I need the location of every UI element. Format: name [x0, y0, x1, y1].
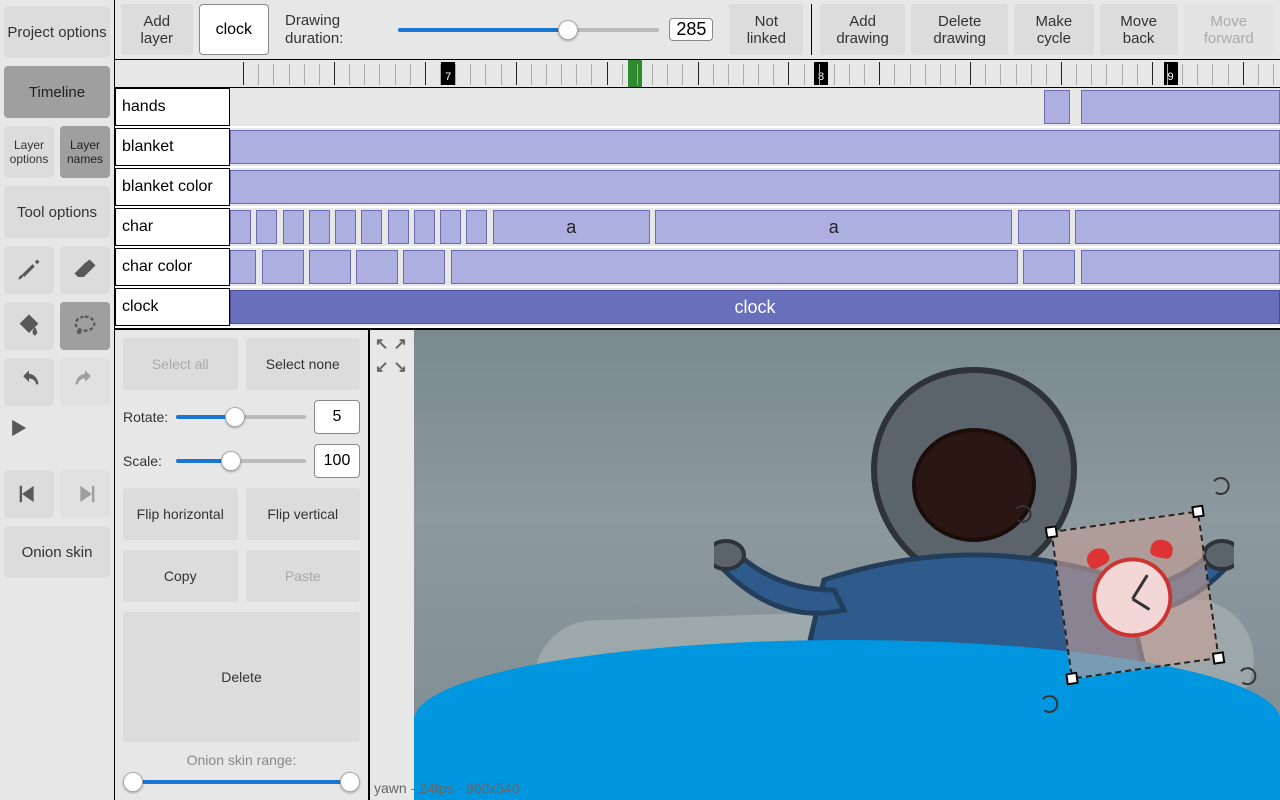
keyframe-marker[interactable]: 9: [1164, 62, 1178, 85]
flip-horizontal-button[interactable]: Flip horizontal: [123, 488, 238, 540]
undo-icon[interactable]: [4, 358, 54, 406]
tool-options-panel: Select all Select none Rotate: 5 Scale: …: [115, 330, 370, 800]
canvas-area: ↖↗↙↘: [370, 330, 1280, 800]
resize-handle[interactable]: [1045, 525, 1059, 539]
onion-skin-range-slider[interactable]: [133, 780, 350, 784]
resize-handle[interactable]: [1191, 505, 1205, 519]
lasso-icon[interactable]: [60, 302, 110, 350]
timeline-button[interactable]: Timeline: [4, 66, 110, 118]
layer-track-hands[interactable]: [230, 88, 1280, 126]
drawing-canvas[interactable]: [414, 330, 1280, 800]
layer-track-blanket[interactable]: [230, 128, 1280, 166]
layer-label[interactable]: blanket color: [115, 168, 230, 206]
scale-label: Scale:: [123, 453, 168, 469]
tool-options-button[interactable]: Tool options: [4, 186, 110, 238]
next-frame-icon[interactable]: [60, 470, 110, 518]
redo-icon[interactable]: [60, 358, 110, 406]
timeline: 7 8 9 hands blanket blanket color char a…: [115, 60, 1280, 330]
select-none-button[interactable]: Select none: [246, 338, 361, 390]
make-cycle-button[interactable]: Make cycle: [1014, 4, 1094, 55]
resize-handle[interactable]: [1065, 672, 1079, 686]
brush-icon[interactable]: [4, 246, 54, 294]
layer-track-blanket-color[interactable]: [230, 168, 1280, 206]
duration-slider[interactable]: [398, 28, 660, 32]
fill-icon[interactable]: [4, 302, 54, 350]
paste-button[interactable]: Paste: [246, 550, 361, 602]
delete-drawing-button[interactable]: Delete drawing: [911, 4, 1008, 55]
current-layer-chip[interactable]: clock: [199, 4, 269, 55]
canvas-info: yawn - 24fps - 960x540: [374, 780, 520, 796]
layer-label[interactable]: clock: [115, 288, 230, 326]
copy-button[interactable]: Copy: [123, 550, 238, 602]
prev-frame-icon[interactable]: [4, 470, 54, 518]
playhead[interactable]: [628, 60, 642, 87]
scale-slider[interactable]: [176, 459, 306, 463]
select-all-button[interactable]: Select all: [123, 338, 238, 390]
layer-track-clock[interactable]: clock: [230, 288, 1280, 326]
flip-vertical-button[interactable]: Flip vertical: [246, 488, 361, 540]
rotate-label: Rotate:: [123, 409, 168, 425]
add-drawing-button[interactable]: Add drawing: [820, 4, 905, 55]
not-linked-button[interactable]: Not linked: [729, 4, 803, 55]
duration-value[interactable]: 285: [669, 18, 713, 41]
delete-button[interactable]: Delete: [123, 612, 360, 742]
layer-track-char-color[interactable]: [230, 248, 1280, 286]
resize-handle[interactable]: [1212, 651, 1226, 665]
selection-box[interactable]: [1050, 510, 1219, 679]
scale-value[interactable]: 100: [314, 444, 360, 478]
layer-names-button[interactable]: Layer names: [60, 126, 110, 178]
layer-label[interactable]: hands: [115, 88, 230, 126]
timeline-ruler[interactable]: 7 8 9: [115, 60, 1280, 88]
rotate-value[interactable]: 5: [314, 400, 360, 434]
layer-track-char[interactable]: a a: [230, 208, 1280, 246]
sidebar: Project options Timeline Layer options L…: [0, 0, 115, 800]
layer-label[interactable]: char color: [115, 248, 230, 286]
top-toolbar: Add layer clock Drawing duration: 285 No…: [115, 0, 1280, 60]
move-back-button[interactable]: Move back: [1100, 4, 1178, 55]
onion-skin-button[interactable]: Onion skin: [4, 526, 110, 578]
play-icon[interactable]: [4, 414, 110, 462]
layer-label[interactable]: char: [115, 208, 230, 246]
add-layer-button[interactable]: Add layer: [121, 4, 193, 55]
eraser-icon[interactable]: [60, 246, 110, 294]
onion-skin-range-label: Onion skin range:: [123, 752, 360, 768]
project-options-button[interactable]: Project options: [4, 6, 110, 58]
rotate-slider[interactable]: [176, 415, 306, 419]
layer-label[interactable]: blanket: [115, 128, 230, 166]
layer-options-button[interactable]: Layer options: [4, 126, 54, 178]
move-forward-button[interactable]: Move forward: [1184, 4, 1274, 55]
keyframe-marker[interactable]: 8: [814, 62, 828, 85]
keyframe-marker[interactable]: 7: [441, 62, 455, 85]
expand-icon[interactable]: ↖↗↙↘: [374, 334, 408, 368]
duration-label: Drawing duration:: [285, 12, 388, 48]
